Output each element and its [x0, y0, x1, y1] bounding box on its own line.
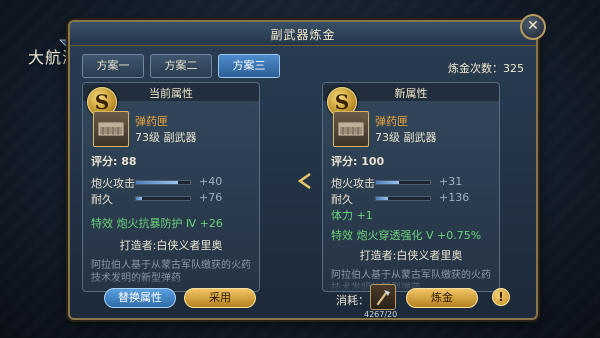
stat-label-attack: 炮火攻击 — [331, 177, 375, 190]
current-attributes-card: 当前属性 S 弹药匣 73级 副武器 评分: 88 炮火攻击 +40 耐久 +7… — [82, 82, 260, 292]
maker-text: 打造者:白侠义者里奥 — [359, 249, 463, 262]
stat-value-attack: +31 — [439, 175, 463, 188]
replace-attributes-button[interactable]: 替换属性 — [104, 288, 176, 308]
refine-dialog: 副武器炼金 ✕ 方案一 方案二 方案三 炼金次数：325 当前属性 S 弹药匣 … — [68, 14, 546, 320]
tab-plan-2[interactable]: 方案二 — [150, 54, 212, 78]
plan-tabs: 方案一 方案二 方案三 — [82, 54, 280, 78]
stat-bar-durability — [375, 196, 431, 201]
item-level: 73级 副武器 — [135, 131, 197, 144]
tab-plan-1[interactable]: 方案一 — [82, 54, 144, 78]
refine-button[interactable]: 炼金 — [406, 288, 478, 308]
score: 评分: 100 — [331, 155, 385, 168]
ammo-box-graphic — [338, 122, 364, 136]
stat-value-durability: +76 — [199, 191, 223, 204]
tool-icon — [376, 290, 390, 306]
item-name: 弹药匣 — [375, 115, 408, 128]
stat-label-durability: 耐久 — [91, 193, 113, 206]
consume-count: 4267/20 — [364, 310, 398, 319]
extra-stat: 体力 +1 — [331, 209, 373, 222]
stat-bar-fill — [376, 181, 399, 184]
stat-label-attack: 炮火攻击 — [91, 177, 135, 190]
ammo-box-graphic — [98, 122, 124, 136]
adopt-button[interactable]: 采用 — [184, 288, 256, 308]
stat-bar-fill — [136, 197, 143, 200]
stat-bar-fill — [136, 181, 179, 184]
special-effect: 特效 炮火抗暴防护 Ⅳ +26 — [91, 217, 223, 230]
maker-text: 打造者:白侠义者里奥 — [119, 239, 223, 252]
refine-count: 炼金次数：325 — [448, 62, 524, 75]
stat-bar-attack — [375, 180, 431, 185]
stat-value-attack: +40 — [199, 175, 223, 188]
consume-material-icon[interactable] — [370, 284, 396, 310]
stat-label-durability: 耐久 — [331, 193, 353, 206]
stat-bar-fill — [376, 197, 388, 200]
ammo-box-icon[interactable] — [93, 111, 129, 147]
stat-bar-durability — [135, 196, 191, 201]
consume-label: 消耗： — [336, 294, 369, 307]
ammo-box-icon[interactable] — [333, 111, 369, 147]
arrow-left-icon — [297, 172, 311, 190]
score: 评分: 88 — [91, 155, 137, 168]
tab-plan-3[interactable]: 方案三 — [218, 54, 280, 78]
new-attributes-card: 新属性 S 弹药匣 73级 副武器 评分: 100 炮火攻击 +31 耐久 +1… — [322, 82, 500, 292]
special-effect: 特效 炮火穿透强化 Ⅴ +0.75% — [331, 229, 482, 242]
dialog-title: 副武器炼金 — [270, 28, 336, 42]
item-level: 73级 副武器 — [375, 131, 437, 144]
stat-value-durability: +136 — [439, 191, 470, 204]
close-button[interactable]: ✕ — [520, 14, 546, 40]
stat-bar-attack — [135, 180, 191, 185]
item-name: 弹药匣 — [135, 115, 168, 128]
info-exclamation-icon[interactable]: ! — [492, 288, 510, 306]
